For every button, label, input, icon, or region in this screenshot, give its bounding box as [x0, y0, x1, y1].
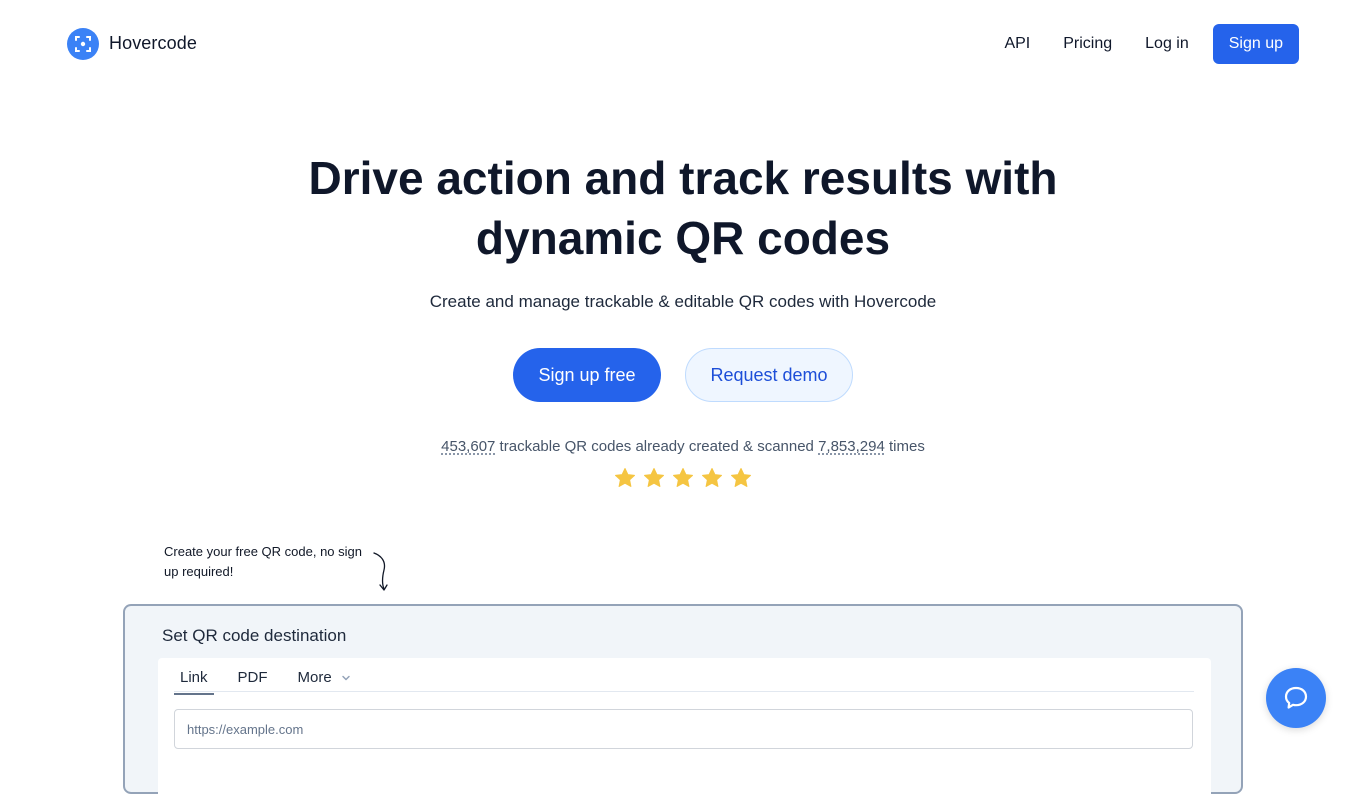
hero-subtitle: Create and manage trackable & editable Q…: [429, 292, 937, 311]
arrow-down-icon: [373, 552, 388, 591]
nav-link-pricing[interactable]: Pricing: [1063, 35, 1112, 53]
free-qr-note: Create your free QR code, no sign up req…: [164, 544, 362, 579]
star-icon: [702, 468, 722, 487]
chat-bubble-icon: [1284, 686, 1308, 709]
signup-button[interactable]: Sign up: [1212, 24, 1299, 64]
star-icon: [644, 468, 664, 487]
scan-frame-icon: [67, 28, 99, 60]
nav-links: API Pricing Log in Sign up: [1004, 24, 1299, 64]
tab-pdf[interactable]: PDF: [232, 661, 274, 695]
stats-middle-text: trackable QR codes already created & sca…: [495, 438, 819, 455]
page-title-line-2: dynamic QR codes: [475, 212, 891, 264]
star-icon: [673, 468, 693, 487]
star-icon: [615, 468, 635, 487]
panel-title: Set QR code destination: [162, 626, 347, 645]
brand-link[interactable]: Hovercode: [67, 28, 197, 60]
request-demo-button[interactable]: Request demo: [685, 348, 853, 402]
signup-free-button[interactable]: Sign up free: [513, 348, 661, 402]
usage-stats: 453,607 trackable QR codes already creat…: [0, 438, 1366, 455]
tab-link[interactable]: Link: [174, 661, 214, 695]
tab-more[interactable]: More: [292, 661, 358, 695]
page-title: Drive action and track results with dyna…: [0, 148, 1366, 268]
chat-button[interactable]: [1266, 668, 1326, 728]
chevron-down-icon: [341, 675, 350, 680]
tab-pdf-label: PDF: [237, 669, 268, 686]
brand-name: Hovercode: [109, 32, 197, 53]
nav-link-api[interactable]: API: [1004, 35, 1030, 53]
tab-link-label: Link: [180, 669, 208, 686]
scans-count: 7,853,294: [818, 438, 885, 455]
codes-count: 453,607: [441, 438, 496, 455]
tab-more-label: More: [297, 669, 332, 686]
page-title-line-1: Drive action and track results with: [308, 152, 1058, 204]
url-input[interactable]: [174, 709, 1193, 749]
stats-end-text: times: [884, 438, 925, 455]
top-nav: Hovercode API Pricing Log in Sign up: [0, 0, 1366, 88]
cta-row: Sign up free Request demo: [0, 348, 1366, 402]
destination-tabs: Link PDF More: [174, 658, 1194, 695]
rating-stars: [0, 466, 1366, 490]
destination-card: Link PDF More: [158, 658, 1211, 798]
nav-link-login[interactable]: Log in: [1145, 35, 1189, 53]
qr-destination-panel: Set QR code destination Link PDF More: [123, 604, 1243, 798]
star-icon: [731, 468, 751, 487]
